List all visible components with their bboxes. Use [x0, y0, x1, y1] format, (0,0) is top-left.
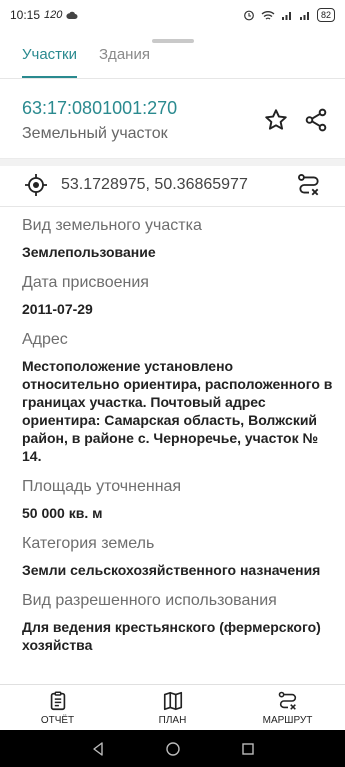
field-label: Вид земельного участка [22, 217, 202, 234]
wifi-icon [261, 10, 275, 20]
tab-bar: Участки Здания [0, 44, 345, 78]
coords-divider [0, 206, 345, 207]
field-label: Дата присвоения [22, 274, 149, 291]
system-nav-bar [0, 730, 345, 767]
field-value: 2011-07-29 [22, 301, 93, 317]
battery-indicator: 82 [316, 8, 335, 22]
nav-plan-button[interactable]: ПЛАН [115, 685, 230, 730]
alarm-icon [244, 10, 254, 21]
back-triangle-icon[interactable] [90, 741, 106, 757]
nav-route-button[interactable]: МАРШРУТ [230, 685, 345, 730]
share-icon[interactable] [303, 107, 329, 133]
field-land-category: Категория земель Земли сельскохозяйствен… [22, 534, 334, 579]
signal-icon-2 [299, 11, 309, 20]
parcel-fields: Вид земельного участка Землепользование … [22, 216, 334, 666]
status-net-speed: 120 [44, 9, 63, 21]
recents-square-icon[interactable] [240, 741, 256, 757]
map-icon [163, 691, 182, 710]
favorite-star-icon[interactable] [263, 107, 289, 133]
field-value: Местоположение установлено относительно … [22, 358, 333, 464]
signal-icon-1 [281, 11, 291, 20]
tab-parcels[interactable]: Участки [22, 44, 77, 78]
nav-label: ОТЧЁТ [40, 714, 75, 726]
field-label: Вид разрешенного использования [22, 592, 277, 609]
field-area: Площадь уточненная 50 000 кв. м [22, 477, 334, 522]
field-assignment-date: Дата присвоения 2011-07-29 [22, 273, 334, 318]
bottom-nav: ОТЧЁТ ПЛАН МАРШРУТ [0, 685, 345, 730]
cloud-icon [66, 11, 78, 19]
route-cancel-icon[interactable] [296, 172, 322, 198]
nav-label: МАРШРУТ [262, 714, 313, 726]
field-permitted-use: Вид разрешенного использования Для веден… [22, 591, 334, 654]
field-address: Адрес Местоположение установлено относит… [22, 330, 334, 465]
field-value: Для ведения крестьянского (фермерского) … [22, 619, 321, 653]
report-icon [50, 691, 65, 710]
status-bar: 10:15 120 82 [0, 0, 345, 30]
crosshair-location-icon[interactable] [24, 173, 48, 197]
tab-buildings[interactable]: Здания [99, 44, 150, 78]
field-value: 50 000 кв. м [22, 505, 103, 521]
field-label: Адрес [22, 331, 68, 348]
field-land-type: Вид земельного участка Землепользование [22, 216, 334, 261]
section-divider [0, 158, 345, 166]
nav-report-button[interactable]: ОТЧЁТ [0, 685, 115, 730]
coordinates-text[interactable]: 53.1728975, 50.36865977 [61, 176, 248, 194]
home-circle-icon[interactable] [165, 741, 181, 757]
nav-label: ПЛАН [158, 714, 187, 726]
sheet-drag-handle[interactable] [152, 39, 194, 43]
route-icon [278, 691, 296, 710]
tabs-divider [0, 78, 345, 79]
status-time: 10:15 [10, 8, 41, 22]
field-label: Категория земель [22, 535, 155, 552]
field-value: Землепользование [22, 244, 156, 260]
field-value: Земли сельскохозяйственного назначения [22, 562, 321, 578]
field-label: Площадь уточненная [22, 478, 182, 495]
